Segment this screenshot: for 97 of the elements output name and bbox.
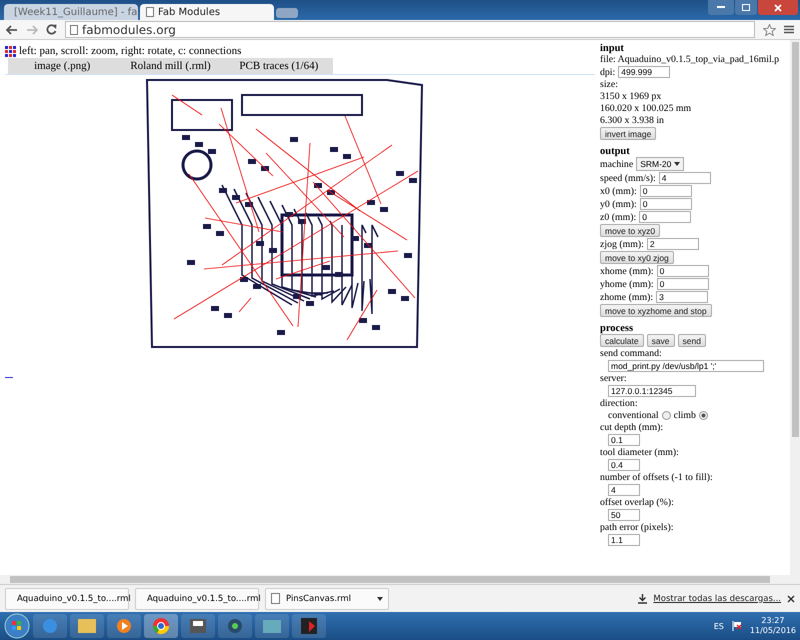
minimize-button[interactable] <box>708 0 734 15</box>
field-label: dpi: <box>600 66 616 78</box>
start-button-icon[interactable] <box>4 613 30 639</box>
input-field[interactable]: 0 <box>656 278 709 290</box>
section-title: process <box>600 323 634 334</box>
close-icon[interactable] <box>787 594 795 602</box>
address-field[interactable]: fabmodules.org <box>65 21 755 38</box>
page-icon <box>146 7 154 17</box>
reload-icon[interactable] <box>46 24 57 35</box>
input-field[interactable]: 3 <box>656 291 708 303</box>
folder-icon[interactable] <box>70 614 104 638</box>
input-field[interactable]: 50 <box>608 509 640 521</box>
radio-label: climb <box>674 410 696 421</box>
download-item[interactable]: PinsCanvas.rml <box>265 588 389 610</box>
browser-tab[interactable]: [Week11_Guillaume] - fa <box>4 4 138 20</box>
page-icon <box>70 24 78 34</box>
new-tab-button[interactable] <box>276 8 298 18</box>
action-button[interactable]: save <box>646 334 675 347</box>
action-button[interactable]: move to xyzhome and stop <box>600 304 712 317</box>
close-icon <box>774 4 782 12</box>
field-label: 6.300 x 3.938 in <box>600 115 664 126</box>
machine-select[interactable]: SRM-20 <box>636 157 684 171</box>
maximize-icon <box>742 4 750 11</box>
action-button[interactable]: invert image <box>600 127 656 140</box>
field-label: file: Aquaduino_v0.1.5_top_via_pad_16mil.p <box>600 54 780 65</box>
back-arrow-icon[interactable] <box>6 24 18 34</box>
field-label: offset overlap (%): <box>600 497 674 508</box>
caret-icon <box>377 596 383 600</box>
minimize-icon <box>717 6 725 9</box>
field-label: x0 (mm): <box>600 186 637 196</box>
close-button[interactable] <box>758 0 798 15</box>
field-label: tool diameter (mm): <box>600 447 679 458</box>
action-button[interactable]: move to xy0 zjog <box>600 251 674 264</box>
input-field[interactable]: 4 <box>658 172 711 184</box>
hint-text: left: pan, scroll: zoom, right: rotate, c: connections <box>19 45 242 57</box>
target-icon[interactable] <box>218 614 252 638</box>
printer-icon[interactable] <box>181 614 215 638</box>
menu-icon[interactable] <box>784 25 794 34</box>
menu-item[interactable]: image (.png) <box>8 60 116 72</box>
field-label: number of offsets (-1 to fill): <box>600 472 713 483</box>
photo-viewer-icon[interactable] <box>255 614 289 638</box>
browser-tab[interactable]: Fab Modules <box>140 4 274 20</box>
field-label: size: <box>600 79 618 90</box>
field-label: 3150 x 1969 px <box>600 91 662 102</box>
horizontal-scrollbar[interactable] <box>0 575 800 584</box>
field-label: 160.020 x 100.025 mm <box>600 103 692 114</box>
axis-tick <box>5 377 13 378</box>
field-label: path error (pixels): <box>600 522 674 533</box>
field-label: direction: <box>600 398 638 409</box>
field-label: z0 (mm): <box>600 212 636 222</box>
caret-icon <box>674 162 680 166</box>
show-all-downloads-link[interactable]: Mostrar todas las descargas... <box>653 594 781 604</box>
clock: 23:27 11/05/2016 <box>750 616 796 636</box>
input-field[interactable]: 0.4 <box>608 459 640 471</box>
input-field[interactable]: 4 <box>608 484 640 496</box>
field-label: send command: <box>600 348 662 359</box>
field-label: yhome (mm): <box>600 278 654 290</box>
input-field[interactable]: 499.999 <box>618 66 670 78</box>
input-field[interactable]: 0 <box>639 211 692 223</box>
menu-item[interactable]: PCB traces (1/64) <box>224 60 333 72</box>
download-item[interactable]: Aquaduino_v0.1.5_to....rml <box>5 588 129 610</box>
flag-icon[interactable] <box>732 621 742 631</box>
chrome-icon[interactable] <box>144 614 178 638</box>
field-label: cut depth (mm): <box>600 422 664 433</box>
input-field[interactable]: 0 <box>640 198 692 210</box>
input-field[interactable]: 1.1 <box>608 534 640 546</box>
language-indicator: ES <box>714 622 724 630</box>
radio-button[interactable] <box>662 411 671 420</box>
scrollbar[interactable] <box>790 40 800 575</box>
field-label: server: <box>600 373 627 384</box>
grid-logo-icon <box>5 46 16 56</box>
input-field[interactable]: 127.0.0.1:12345 <box>608 385 696 397</box>
input-field[interactable]: mod_print.py /dev/usb/lp1 ';' <box>608 360 764 372</box>
input-field[interactable]: 0.1 <box>608 434 640 446</box>
field-label: y0 (mm): <box>600 198 637 210</box>
media-player-icon[interactable] <box>107 614 141 638</box>
action-button[interactable]: calculate <box>600 334 644 347</box>
star-icon[interactable] <box>763 24 776 36</box>
section-title: output <box>600 146 631 157</box>
file-icon <box>271 593 280 604</box>
field-label: speed (mm/s): <box>600 172 656 184</box>
field-label: xhome (mm): <box>600 266 654 276</box>
section-title: input <box>600 43 625 54</box>
download-item[interactable]: Aquaduino_v0.1.5_to....rml <box>135 588 259 610</box>
input-field[interactable]: 0 <box>640 185 692 197</box>
field-label: machine <box>600 158 634 170</box>
radio-label: conventional <box>608 410 659 421</box>
menu-item[interactable]: Roland mill (.rml) <box>116 60 225 72</box>
input-field[interactable]: 0 <box>656 265 709 277</box>
field-label: zjog (mm): <box>600 238 644 250</box>
action-button[interactable]: move to xyz0 <box>600 224 660 237</box>
input-field[interactable]: 2 <box>646 238 699 250</box>
action-button[interactable]: send <box>678 334 706 347</box>
field-label: zhome (mm): <box>600 292 654 302</box>
maximize-button[interactable] <box>735 0 757 15</box>
download-icon <box>638 594 648 604</box>
radio-button[interactable] <box>698 411 708 420</box>
